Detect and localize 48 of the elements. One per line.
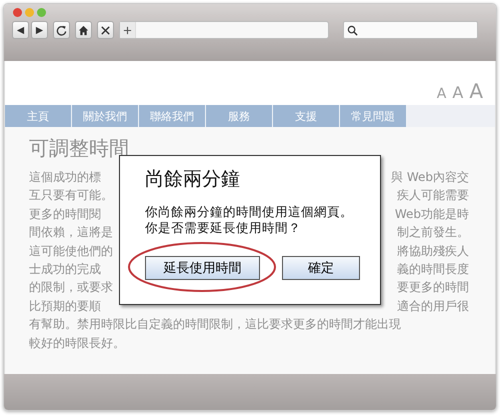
back-button[interactable] <box>12 21 29 39</box>
paragraph-text: 的限制，或要求 <box>29 279 113 296</box>
paragraph-text: 將協助殘疾人 <box>397 242 469 260</box>
nav-tab[interactable]: 常見問題 <box>340 105 407 127</box>
paragraph-text: 互只要有可能。 <box>29 187 113 204</box>
page-heading: 可調整時間 <box>29 135 130 162</box>
paragraph-text: Web功能是時 <box>394 206 469 223</box>
paragraph-text: 制之前發生。 <box>397 224 469 242</box>
paragraph-text: 較好的時限長好。 <box>29 334 125 352</box>
paragraph-text: 義的時間長度 <box>397 261 469 278</box>
paragraph-text: 與 Web內容交 <box>391 169 469 186</box>
address-field[interactable] <box>119 21 329 39</box>
paragraph-text: 士成功的完成 <box>29 261 101 278</box>
dialog-message: 你是否需要延長使用時間？ <box>145 220 302 236</box>
paragraph-text: 要更多的時間 <box>397 279 469 296</box>
nav-tab[interactable]: 主頁 <box>5 105 72 127</box>
dialog-message: 你尚餘兩分鐘的時間使用這個網頁。 <box>145 204 354 220</box>
plus-icon <box>123 26 132 34</box>
paragraph-text: 比預期的要順 <box>29 298 101 315</box>
search-icon <box>347 24 358 36</box>
font-size-option[interactable]: A <box>469 81 483 101</box>
forward-arrow-icon <box>35 26 44 34</box>
paragraph-text: 有幫助。禁用時限比自定義的時間限制，這比要求更多的時間才能出現 <box>29 316 401 334</box>
close-window-icon[interactable] <box>13 8 22 17</box>
nav-tab[interactable]: 支援 <box>273 105 340 127</box>
dialog-button[interactable]: 延長使用時間 <box>145 256 260 280</box>
dialog-button[interactable]: 確定 <box>282 256 360 280</box>
forward-button[interactable] <box>31 21 48 39</box>
paragraph-text: 疾人可能需要 <box>397 187 469 204</box>
reload-button[interactable] <box>53 21 70 39</box>
font-size-option[interactable]: A <box>452 85 464 101</box>
dialog-title: 尚餘兩分鐘 <box>145 167 241 192</box>
paragraph-text: 這可能使他們的 <box>29 242 113 260</box>
search-field[interactable] <box>343 21 478 39</box>
nav-tab[interactable]: 服務 <box>206 105 273 127</box>
font-size-option[interactable]: A <box>436 87 446 101</box>
paragraph-text: 適合的用戶很 <box>397 298 469 315</box>
stop-icon <box>100 24 111 36</box>
nav-tab[interactable]: 聯絡我們 <box>139 105 206 127</box>
nav-tab[interactable]: 關於我們 <box>72 105 139 127</box>
back-arrow-icon <box>16 26 25 34</box>
home-icon <box>78 24 89 36</box>
stop-button[interactable] <box>97 21 114 39</box>
paragraph-text: 更多的時間閱 <box>29 206 101 223</box>
paragraph-text: 間依賴，這將是 <box>29 224 113 242</box>
paragraph-text: 這個成功的標 <box>29 169 101 186</box>
home-button[interactable] <box>75 21 92 39</box>
reload-icon <box>56 24 67 36</box>
